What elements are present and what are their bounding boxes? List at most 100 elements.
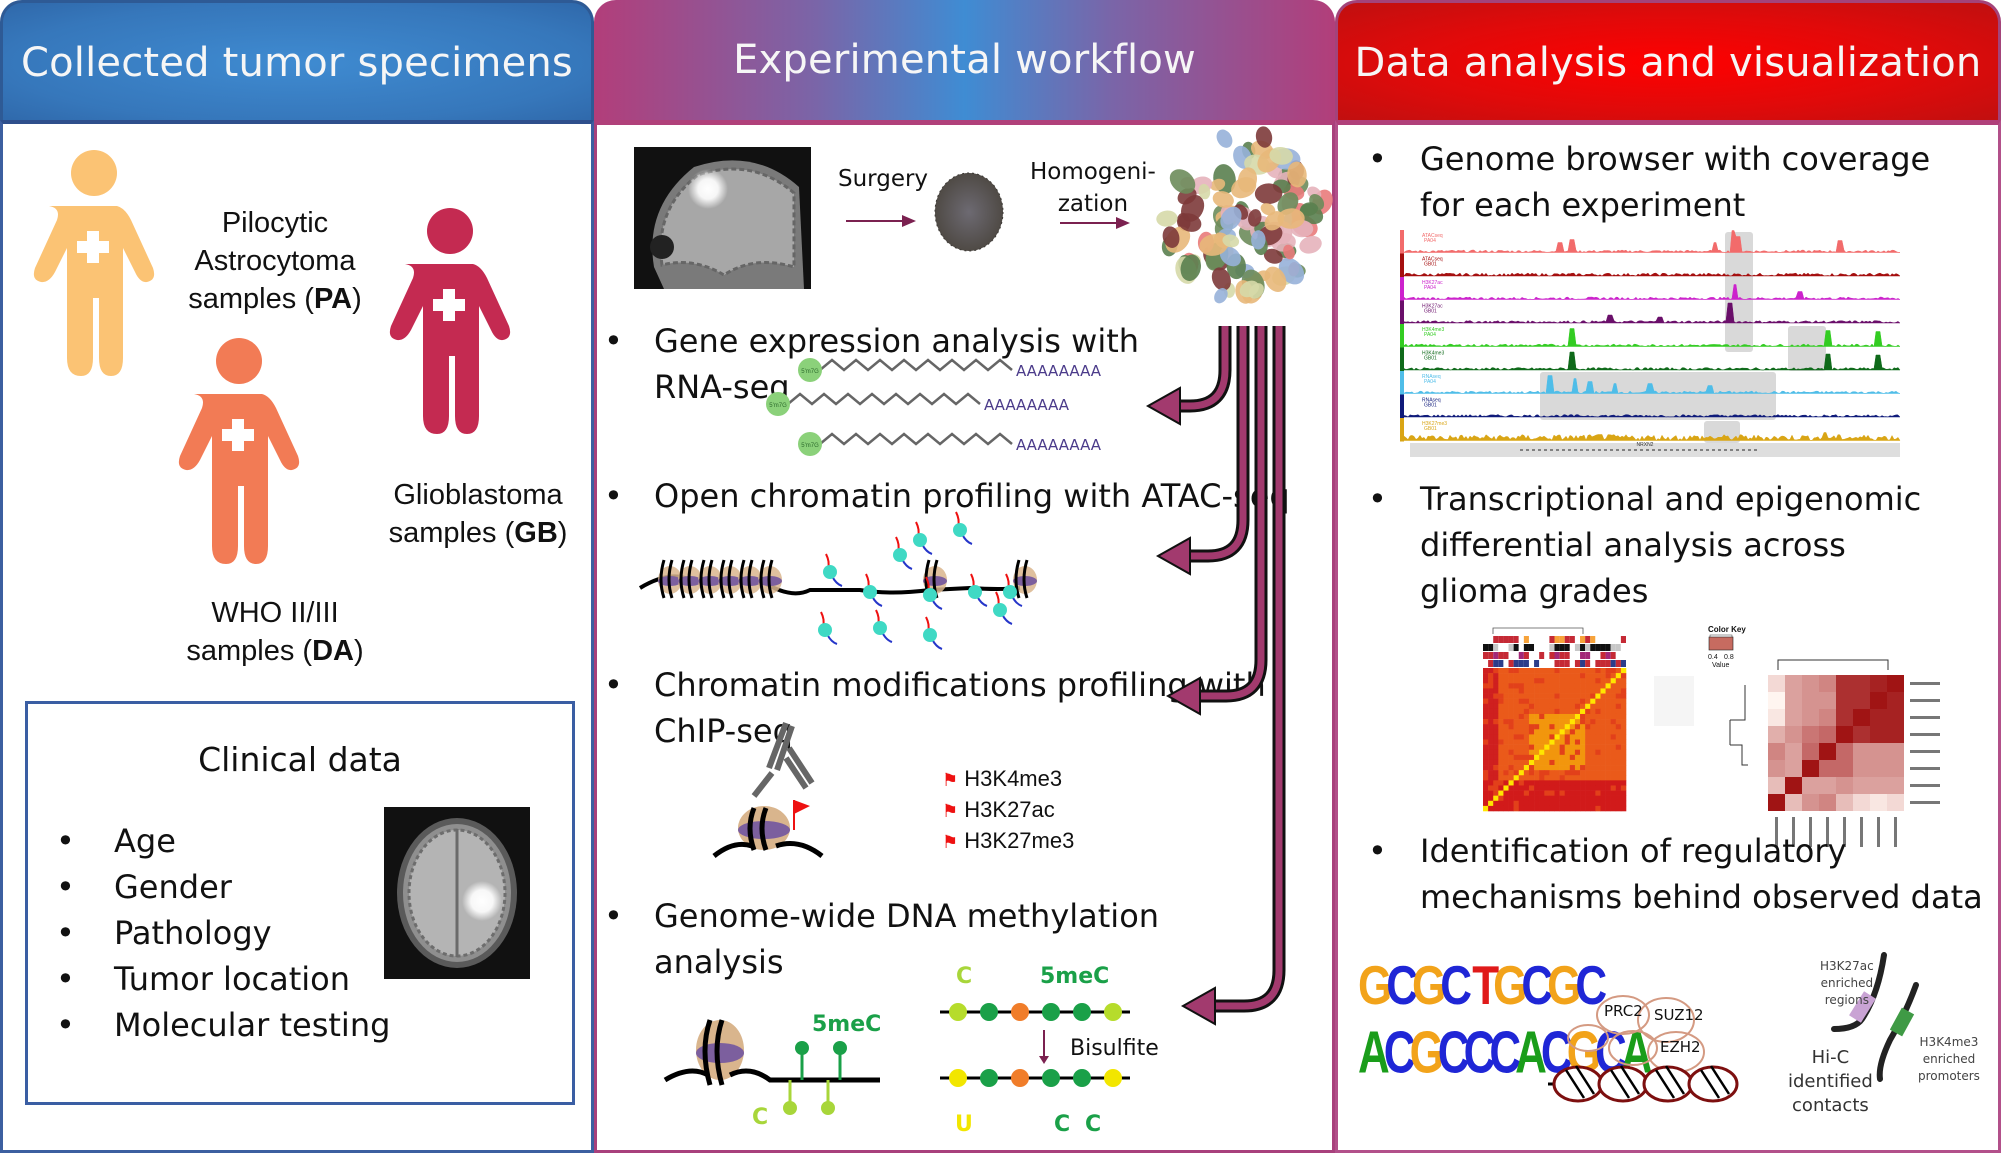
mrna-strand — [819, 358, 1013, 372]
heatmap-cell — [1488, 724, 1494, 730]
heatmap-cell — [1580, 713, 1586, 720]
heatmap-cell — [1615, 724, 1622, 730]
heatmap-cell — [1574, 724, 1581, 730]
annotation-cell — [1569, 636, 1575, 643]
heatmap-cell — [1508, 754, 1514, 761]
heatmap-cell — [1559, 729, 1566, 735]
label-pa-line3: samples (PA) — [150, 280, 400, 318]
heatmap-cell — [1488, 698, 1494, 705]
heatmap-cell — [1539, 734, 1545, 740]
heatmap-cell — [1768, 743, 1785, 760]
annotation-cell — [1549, 652, 1555, 659]
annotation-cell — [1574, 660, 1581, 667]
heatmap-cell — [1513, 790, 1520, 796]
annotation-cell — [1585, 652, 1591, 659]
heatmap-cell — [1595, 693, 1601, 699]
row-label — [1910, 699, 1940, 702]
heatmap-cell — [1534, 698, 1540, 705]
annotation-cell — [1488, 644, 1494, 651]
heatmap-cell — [1534, 693, 1540, 699]
heatmap-cell — [1513, 683, 1520, 689]
label-gb-prefix: samples ( — [388, 517, 515, 549]
label-pa-suffix: ) — [352, 283, 362, 315]
label-h3k4me3-promoters: H3K4me3 enriched promoters — [1918, 1034, 1980, 1085]
heatmap-cell — [1615, 708, 1622, 715]
heatmap-cell — [1610, 800, 1617, 807]
heatmap-cell — [1600, 729, 1606, 735]
annotation-cell — [1498, 652, 1504, 659]
heatmap-cell — [1498, 739, 1504, 745]
heatmap-cell — [1544, 759, 1550, 766]
heatmap-cell — [1503, 734, 1509, 740]
heatmap-cell — [1483, 795, 1489, 802]
heatmap-cell — [1615, 744, 1622, 751]
annotation-cell — [1483, 644, 1489, 651]
heatmap-cell — [1534, 759, 1540, 766]
heatmap-cell — [1503, 688, 1509, 694]
bullet: • — [1368, 832, 1387, 870]
heatmap-cell — [1605, 770, 1611, 776]
arrowhead — [1145, 386, 1181, 426]
heatmap-cell — [1483, 673, 1489, 679]
heatmap-cell — [1503, 713, 1509, 720]
heatmap-cell — [1513, 688, 1520, 694]
heatmap-cell — [1574, 770, 1581, 776]
heatmap-cell — [1595, 688, 1601, 694]
heatmap-cell — [1595, 765, 1601, 771]
heatmap-cell — [1493, 678, 1499, 684]
heatmap-cell — [1528, 734, 1535, 740]
heatmap-cell — [1534, 683, 1540, 689]
heatmap-cell — [1785, 777, 1802, 794]
heatmap-cell — [1595, 673, 1601, 679]
heatmap-cell — [1528, 703, 1535, 710]
annotation-cell — [1615, 652, 1621, 659]
heatmap-cell — [1544, 683, 1550, 689]
heatmap-cell — [1574, 688, 1581, 694]
heatmap-cell — [1569, 739, 1576, 745]
heatmap-cell — [1528, 724, 1535, 730]
heatmap-cell — [1549, 678, 1555, 684]
heatmap-cell — [1610, 765, 1617, 771]
heatmap-cell — [1554, 754, 1560, 761]
heatmap-cell — [1544, 739, 1550, 745]
heatmap-cell — [1518, 770, 1525, 776]
heatmap-cell — [1585, 770, 1591, 776]
heatmap-cell — [1513, 800, 1520, 807]
heatmap-cell — [1513, 765, 1520, 771]
cap-label: 5'm7G — [801, 369, 819, 375]
annotation-cell — [1513, 652, 1519, 659]
heatmap-cell — [1610, 795, 1617, 802]
heatmap-cell — [1518, 713, 1525, 720]
heatmap-cell — [1600, 785, 1606, 791]
track-color-bar — [1400, 394, 1404, 418]
heatmap-cell — [1836, 675, 1853, 692]
label-ezh2: EZH2 — [1660, 1038, 1701, 1056]
heatmap-cell — [1534, 805, 1540, 812]
heatmap-cell — [1534, 749, 1540, 756]
heatmap-cell — [1620, 729, 1627, 735]
analysis-line: for each experiment — [1368, 182, 1930, 228]
heatmap-cell — [1615, 673, 1622, 679]
heatmap-cell — [1508, 734, 1514, 740]
heatmap-cell — [1605, 749, 1611, 756]
heatmap-cell — [1564, 759, 1571, 766]
label-line: identified — [1788, 1071, 1873, 1092]
heatmap-cell — [1513, 698, 1520, 705]
heatmap-cell — [1600, 719, 1606, 725]
heatmap-cell — [1498, 759, 1504, 766]
motif-letter: C — [1440, 955, 1472, 1017]
heatmap-cell — [1574, 734, 1581, 740]
label-gb-suffix: ) — [557, 517, 568, 549]
heatmap-cell — [1836, 743, 1853, 760]
flag-icon: ⚑ — [942, 832, 959, 852]
annotation-cell — [1580, 660, 1586, 667]
annotation-cell — [1493, 652, 1499, 659]
heatmap-cell — [1615, 729, 1622, 735]
annotation-cell — [1600, 644, 1606, 651]
heatmap-cell — [1534, 678, 1540, 684]
heatmap-cell — [1605, 678, 1611, 684]
heatmap-cell — [1595, 668, 1601, 674]
heatmap-cell — [1574, 790, 1581, 796]
tissue-sample-icon — [934, 172, 1004, 252]
heatmap-cell — [1493, 744, 1499, 751]
